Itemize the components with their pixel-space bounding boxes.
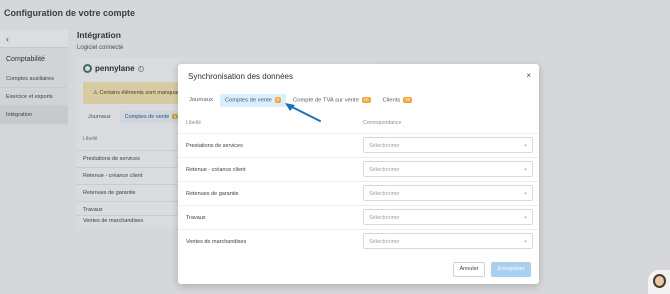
app-title: Configuration de votre compte [4, 8, 136, 18]
chevron-down-icon: ⌄ [522, 166, 528, 172]
chevron-down-icon: ⌄ [522, 190, 528, 196]
mapping-select[interactable]: Sélectionner ⌄ [363, 233, 533, 249]
info-icon[interactable]: i [137, 65, 144, 72]
page-title: Intégration [77, 30, 121, 40]
sidebar-item-exercice-exports[interactable]: Exercice et exports [0, 88, 68, 106]
bg-column-header: Libellé [83, 136, 98, 142]
column-header-libelle: Libellé [186, 120, 201, 126]
pointer-arrow-icon [285, 103, 321, 122]
sidebar-item-integration[interactable]: Intégration [0, 106, 68, 124]
logo-text: pennylane [95, 64, 135, 73]
mapping-select[interactable]: Sélectionner ⌄ [363, 209, 533, 225]
row-label: Prestations de services [186, 143, 243, 149]
row-label: Retenues de garantie [186, 191, 239, 197]
column-header-correspondance: Correspondance [363, 120, 402, 126]
count-badge: 10 [361, 97, 371, 103]
bg-tab-comptes-vente[interactable]: Comptes de vente 5 [119, 111, 184, 123]
mapping-select[interactable]: Sélectionner ⌄ [363, 185, 533, 201]
row-label: Retenue - créance client [186, 167, 246, 173]
sidebar-item-comptes-auxiliaires[interactable]: Comptes auxiliaires [0, 70, 68, 88]
modal-title: Synchronisation des données [188, 72, 293, 81]
cancel-button[interactable]: Annuler [453, 262, 485, 277]
sidebar-section-title: Comptabilité [6, 56, 45, 63]
chevron-down-icon: ⌄ [522, 142, 528, 148]
table-row: Ventes de marchandises Sélectionner ⌄ [178, 229, 539, 253]
tab-journaux[interactable]: Journaux [184, 94, 218, 106]
save-button[interactable]: Enregistrer [491, 262, 531, 277]
mapping-select[interactable]: Sélectionner ⌄ [363, 161, 533, 177]
back-button[interactable]: ‹ [0, 30, 68, 48]
tab-comptes-de-vente[interactable]: Comptes de vente 5 [219, 94, 287, 107]
table-row: Travaux Sélectionner ⌄ [178, 205, 539, 229]
count-badge: 18 [402, 97, 412, 103]
close-icon[interactable]: × [526, 71, 531, 80]
sidebar: ‹ Comptabilité Comptes auxiliaires Exerc… [0, 30, 68, 126]
page-subtitle: Logiciel connecté [77, 45, 124, 51]
row-label: Ventes de marchandises [186, 239, 247, 245]
chevron-down-icon: ⌄ [522, 214, 528, 220]
table-row: Prestations de services Sélectionner ⌄ [178, 133, 539, 157]
warning-text: Certains éléments sont manquan [99, 90, 181, 96]
bg-tab-journaux[interactable]: Journaux [83, 111, 116, 123]
table-row: Retenue - créance client Sélectionner ⌄ [178, 157, 539, 181]
mapping-select[interactable]: Sélectionner ⌄ [363, 137, 533, 153]
row-label: Travaux [186, 215, 206, 221]
avatar [653, 274, 666, 288]
pennylane-logo-icon [83, 64, 92, 73]
table-row: Retenues de garantie Sélectionner ⌄ [178, 181, 539, 205]
chat-widget[interactable] [648, 270, 670, 294]
chevron-down-icon: ⌄ [522, 238, 528, 244]
pennylane-logo: pennylane i [83, 64, 144, 73]
tab-clients[interactable]: Clients 18 [378, 94, 417, 107]
background-tabs: Journaux Comptes de vente 5 [83, 111, 184, 123]
count-badge: 5 [274, 97, 282, 103]
